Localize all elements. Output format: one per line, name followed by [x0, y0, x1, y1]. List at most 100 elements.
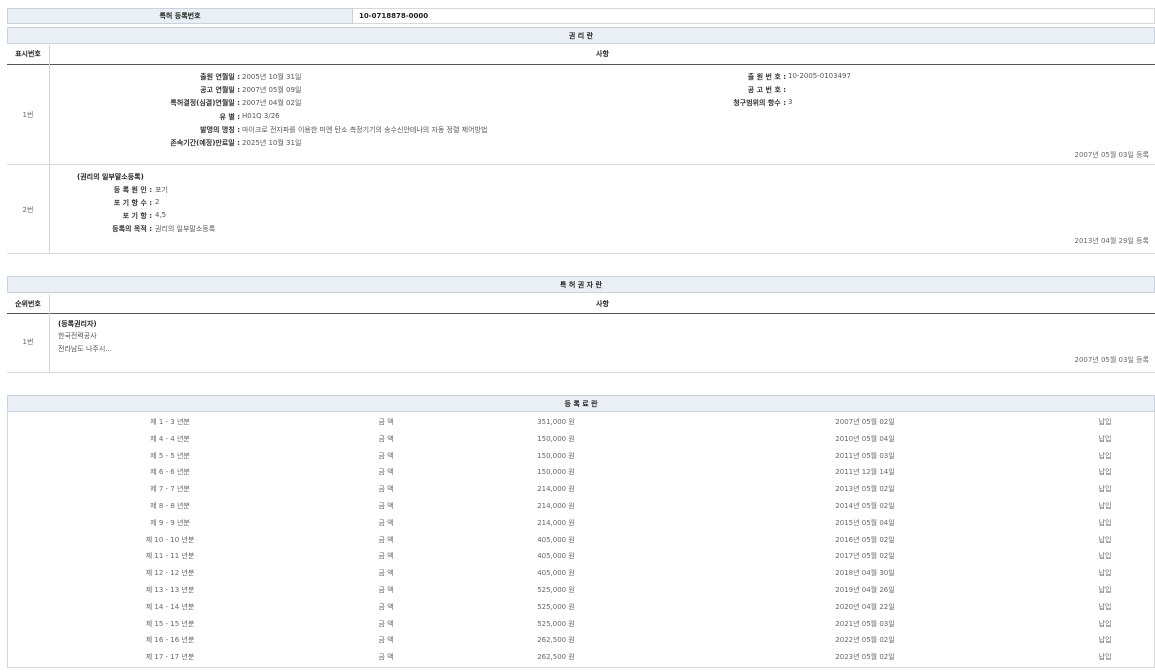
- fee-period: 제 9 - 9 년분: [150, 518, 190, 528]
- fee-status: 납입: [1099, 467, 1112, 477]
- fee-row: 제 10 - 10 년분금 액405,000 원2016년 05월 02일납입: [7, 532, 1155, 549]
- rights-entry-2-divider: [7, 253, 1155, 254]
- filing-date-value: 2005년 10월 31일: [242, 72, 301, 82]
- fee-label: 금 액: [378, 585, 393, 595]
- fee-status: 납입: [1099, 484, 1112, 494]
- rights-entry-1-num: 1번: [7, 110, 49, 120]
- fee-amount: 214,000 원: [537, 484, 575, 494]
- fee-amount: 150,000 원: [537, 451, 575, 461]
- expiry-label: 존속기간(예정)만료일 :: [170, 138, 240, 148]
- fee-status: 납입: [1099, 501, 1112, 511]
- waived-count-value: 2: [155, 198, 159, 206]
- fee-period: 제 12 - 12 년분: [146, 568, 195, 578]
- fee-amount: 405,000 원: [537, 535, 575, 545]
- fee-row: 제 7 - 7 년분금 액214,000 원2013년 05월 02일납입: [7, 481, 1155, 498]
- purpose-label: 등록의 목적 :: [112, 224, 152, 234]
- fee-status: 납입: [1099, 518, 1112, 528]
- fee-period: 제 5 - 5 년분: [150, 451, 190, 461]
- holder-heading: (등록권리자): [58, 319, 97, 329]
- pub-date-label: 공고 연월일 :: [200, 85, 240, 95]
- waived-claims-label: 포 기 항 :: [123, 211, 152, 221]
- fee-row: 제 14 - 14 년분금 액525,000 원2020년 04월 22일납입: [7, 599, 1155, 616]
- fee-status: 납입: [1099, 652, 1112, 662]
- fee-date: 2023년 05월 02일: [835, 652, 894, 662]
- grant-date-value: 2007년 04월 02일: [242, 98, 301, 108]
- fee-period: 제 1 - 3 년분: [150, 417, 190, 427]
- fee-date: 2022년 05월 02일: [835, 635, 894, 645]
- rights-section-title: 권 리 란: [7, 27, 1155, 44]
- fee-status: 납입: [1099, 619, 1112, 629]
- fee-label: 금 액: [378, 568, 393, 578]
- holder-entry-num: 1번: [7, 337, 49, 347]
- fee-amount: 150,000 원: [537, 467, 575, 477]
- invention-title-value: 마이크로 전자파를 이용한 미엔 탄소 측정기기의 송수신안테나의 자동 정렬 …: [242, 125, 487, 135]
- fee-period: 제 7 - 7 년분: [150, 484, 190, 494]
- pub-no-label: 공 고 번 호 :: [748, 85, 786, 95]
- patent-registry-page: { "header": { "reg_label": "특허 등록번호", "r…: [0, 0, 1155, 672]
- fee-row: 제 15 - 15 년분금 액525,000 원2021년 05월 03일납입: [7, 616, 1155, 633]
- waived-claims-value: 4,5: [155, 211, 166, 219]
- invention-title-label: 발명의 명칭 :: [200, 125, 240, 135]
- fee-row: 제 11 - 11 년분금 액405,000 원2017년 05월 02일납입: [7, 548, 1155, 565]
- fee-status: 납입: [1099, 635, 1112, 645]
- fee-label: 금 액: [378, 417, 393, 427]
- fee-amount: 405,000 원: [537, 551, 575, 561]
- purpose-value: 권리의 일부말소등록: [155, 224, 215, 234]
- ipc-value: H01Q 3/26: [242, 112, 280, 120]
- fee-row: 제 1 - 3 년분금 액351,000 원2007년 05월 02일납입: [7, 414, 1155, 431]
- fee-date: 2011년 12월 14일: [835, 467, 894, 477]
- fee-row: 제 9 - 9 년분금 액214,000 원2015년 05월 04일납입: [7, 515, 1155, 532]
- rights-col-num: 표시번호: [7, 49, 49, 59]
- fee-date: 2015년 05월 04일: [835, 518, 894, 528]
- fee-period: 제 17 - 17 년분: [146, 652, 195, 662]
- fee-date: 2013년 05월 02일: [835, 484, 894, 494]
- fee-amount: 214,000 원: [537, 518, 575, 528]
- fee-amount: 525,000 원: [537, 585, 575, 595]
- grant-date-label: 특허결정(심결)연월일 :: [170, 98, 240, 108]
- fee-section-title: 등 록 료 란: [7, 395, 1155, 412]
- fee-amount: 214,000 원: [537, 501, 575, 511]
- fee-status: 납입: [1099, 568, 1112, 578]
- claims-label: 청구범위의 항수 :: [733, 98, 786, 108]
- pub-date-value: 2007년 05월 09일: [242, 85, 301, 95]
- fee-amount: 525,000 원: [537, 619, 575, 629]
- fee-row: 제 5 - 5 년분금 액150,000 원2011년 05월 03일납입: [7, 448, 1155, 465]
- fee-label: 금 액: [378, 652, 393, 662]
- fee-period: 제 11 - 11 년분: [146, 551, 195, 561]
- fee-status: 납입: [1099, 535, 1112, 545]
- fee-date: 2014년 05월 02일: [835, 501, 894, 511]
- cause-value: 포기: [155, 185, 168, 195]
- fee-row: 제 12 - 12 년분금 액405,000 원2018년 04월 30일납입: [7, 565, 1155, 582]
- holder-col-num: 순위번호: [7, 299, 49, 309]
- fee-status: 납입: [1099, 451, 1112, 461]
- fee-row: 제 4 - 4 년분금 액150,000 원2010년 05월 04일납입: [7, 431, 1155, 448]
- fee-row: 제 8 - 8 년분 금 액 214,000 원 2014년 05월 02일 납입: [7, 498, 1155, 515]
- fee-period: 제 8 - 8 년분: [150, 501, 190, 511]
- fee-row: 제 6 - 6 년분 금 액 150,000 원 2011년 12월 14일 납입: [7, 464, 1155, 481]
- rights-col-divider: [49, 45, 50, 253]
- fee-status: 납입: [1099, 434, 1112, 444]
- reg-number-label: 특허 등록번호: [7, 8, 353, 24]
- fee-status: 납입: [1099, 585, 1112, 595]
- fee-date: 2021년 05월 03일: [835, 619, 894, 629]
- fee-label: 금 액: [378, 451, 393, 461]
- fee-amount: 150,000 원: [537, 434, 575, 444]
- reg-number-value: 10-0718878-0000: [353, 8, 1155, 24]
- fee-period: 제 16 - 16 년분: [146, 635, 195, 645]
- fee-label: 금 액: [378, 602, 393, 612]
- rights-entry-2-num: 2번: [7, 205, 49, 215]
- fee-amount: 351,000 원: [537, 417, 575, 427]
- fee-label: 금 액: [378, 635, 393, 645]
- holder-col-divider: [49, 294, 50, 372]
- filing-date-label: 출원 연월일 :: [200, 72, 240, 82]
- fee-status: 납입: [1099, 602, 1112, 612]
- rights-entry-1-divider: [7, 164, 1155, 165]
- fee-label: 금 액: [378, 501, 393, 511]
- fee-period: 제 6 - 6 년분: [150, 467, 190, 477]
- waived-count-label: 포 기 항 수 :: [114, 198, 152, 208]
- fee-date: 2020년 04월 22일: [835, 602, 894, 612]
- fee-period: 제 15 - 15 년분: [146, 619, 195, 629]
- fee-date: 2019년 04월 26일: [835, 585, 894, 595]
- fee-label: 금 액: [378, 467, 393, 477]
- fee-period: 제 4 - 4 년분: [150, 434, 190, 444]
